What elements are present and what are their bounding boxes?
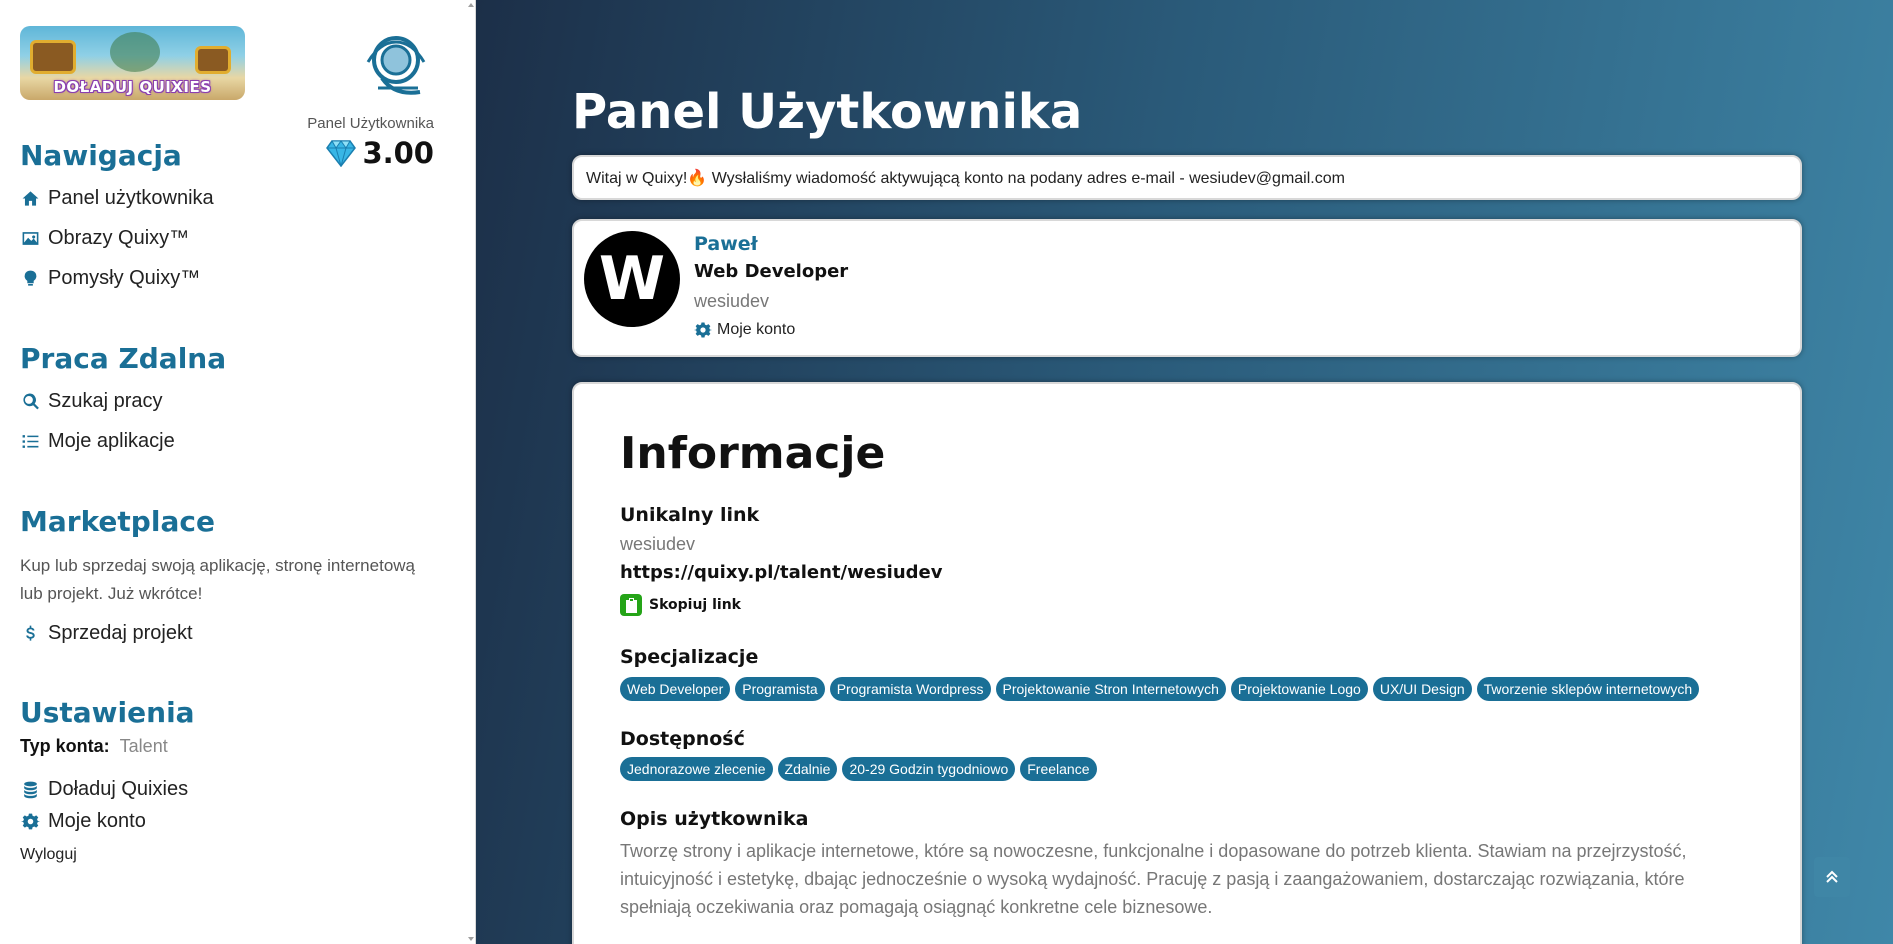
avatar: W bbox=[584, 231, 680, 327]
availability-tag: 20-29 Godzin tygodniowo bbox=[842, 757, 1016, 781]
sidebar: DOŁADUJ QUIXIES Panel Użytkownika 3.00 N… bbox=[0, 0, 476, 944]
search-icon bbox=[20, 392, 40, 412]
info-card: Informacje Unikalny link wesiudev https:… bbox=[572, 382, 1802, 944]
scroll-down-arrow-icon[interactable] bbox=[468, 937, 474, 941]
diamond-icon bbox=[326, 140, 357, 167]
marketplace-section-title: Marketplace bbox=[20, 505, 215, 538]
list-icon bbox=[20, 432, 40, 452]
scroll-to-top-button[interactable] bbox=[1814, 857, 1850, 897]
specializations-label: Specjalizacje bbox=[620, 646, 759, 668]
my-account-label: Moje konto bbox=[717, 321, 796, 338]
treasure-chest-icon bbox=[30, 40, 76, 74]
sidebar-item-label: Szukaj pracy bbox=[48, 390, 163, 412]
page-title: Panel Użytkownika bbox=[572, 84, 1083, 140]
sidebar-item-quixy-ideas[interactable]: Pomysły Quixy™ bbox=[20, 267, 200, 290]
scroll-up-arrow-icon[interactable] bbox=[468, 3, 474, 7]
copy-link-label: Skopiuj link bbox=[649, 597, 741, 613]
availability-tag: Zdalnie bbox=[777, 757, 838, 781]
sidebar-item-quixy-images[interactable]: Obrazy Quixy™ bbox=[20, 227, 189, 250]
sidebar-scrollbar[interactable] bbox=[466, 0, 475, 944]
unique-link-url[interactable]: https://quixy.pl/talent/wesiudev bbox=[620, 562, 942, 583]
treasure-chest-icon bbox=[195, 46, 231, 74]
profile-role: Web Developer bbox=[694, 261, 849, 282]
my-account-link[interactable]: Moje konto bbox=[694, 321, 795, 339]
main-content: Panel Użytkownika Witaj w Quixy!🔥 Wysłal… bbox=[476, 0, 1893, 944]
sidebar-item-label: Obrazy Quixy™ bbox=[48, 227, 190, 249]
specialization-tag: Programista bbox=[735, 677, 825, 701]
dollar-icon bbox=[20, 624, 40, 644]
account-type-label: Typ konta: bbox=[20, 736, 110, 756]
profile-name: Paweł bbox=[694, 233, 758, 255]
unique-link-label: Unikalny link bbox=[620, 504, 760, 526]
availability-label: Dostępność bbox=[620, 728, 745, 750]
sidebar-item-label: Moje konto bbox=[48, 810, 146, 832]
gear-icon bbox=[694, 322, 712, 338]
marketplace-description: Kup lub sprzedaj swoją aplikację, stronę… bbox=[20, 556, 416, 603]
image-icon bbox=[20, 229, 40, 249]
settings-section-title: Ustawienia bbox=[20, 696, 195, 729]
sidebar-item-sell-project[interactable]: Sprzedaj projekt bbox=[20, 622, 193, 645]
sidebar-item-my-applications[interactable]: Moje aplikacje bbox=[20, 430, 175, 453]
description-label: Opis użytkownika bbox=[620, 808, 809, 830]
recharge-quixies-banner[interactable]: DOŁADUJ QUIXIES bbox=[20, 26, 245, 100]
availability-tag: Jednorazowe zlecenie bbox=[620, 757, 773, 781]
double-chevron-up-icon bbox=[1826, 870, 1838, 883]
specializations-tags: Web Developer Programista Programista Wo… bbox=[620, 677, 1700, 701]
logout-link[interactable]: Wyloguj bbox=[20, 846, 77, 864]
availability-tags: Jednorazowe zlecenie Zdalnie 20-29 Godzi… bbox=[620, 757, 1097, 781]
sidebar-item-label: Panel użytkownika bbox=[48, 187, 214, 209]
profile-username: wesiudev bbox=[694, 291, 770, 311]
specialization-tag: UX/UI Design bbox=[1372, 677, 1472, 701]
sidebar-item-search-jobs[interactable]: Szukaj pracy bbox=[20, 390, 163, 413]
profile-card: W Paweł Web Developer wesiudev Moje kont… bbox=[572, 219, 1802, 357]
copy-link-button[interactable]: Skopiuj link bbox=[620, 594, 741, 616]
specialization-tag: Projektowanie Stron Internetowych bbox=[995, 677, 1226, 701]
panel-label: Panel Użytkownika bbox=[307, 115, 434, 132]
account-type: Typ konta: Talent bbox=[20, 736, 168, 757]
user-description: Tworzę strony i aplikacje internetowe, k… bbox=[620, 841, 1687, 917]
account-type-value: Talent bbox=[119, 736, 168, 756]
specialization-tag: Tworzenie sklepów internetowych bbox=[1476, 677, 1700, 701]
palm-tree-graphic bbox=[110, 32, 160, 72]
specialization-tag: Projektowanie Logo bbox=[1230, 677, 1368, 701]
sidebar-item-label: Sprzedaj projekt bbox=[48, 622, 193, 644]
sidebar-item-label: Doładuj Quixies bbox=[48, 778, 189, 800]
quixy-logo[interactable] bbox=[360, 32, 432, 98]
availability-tag: Freelance bbox=[1020, 757, 1097, 781]
welcome-notice: Witaj w Quixy!🔥 Wysłaliśmy wiadomość akt… bbox=[572, 155, 1802, 200]
clipboard-icon bbox=[620, 594, 642, 616]
sidebar-item-user-panel[interactable]: Panel użytkownika bbox=[20, 187, 214, 210]
balance-value: 3.00 bbox=[362, 136, 434, 170]
specialization-tag: Programista Wordpress bbox=[829, 677, 991, 701]
home-icon bbox=[20, 189, 40, 209]
info-title: Informacje bbox=[620, 428, 886, 479]
coins-icon bbox=[20, 780, 40, 800]
remote-work-section-title: Praca Zdalna bbox=[20, 342, 227, 375]
sidebar-item-my-account[interactable]: Moje konto bbox=[20, 810, 146, 833]
unique-link-username: wesiudev bbox=[620, 534, 696, 554]
lightbulb-icon bbox=[20, 269, 40, 289]
sidebar-item-label: Moje aplikacje bbox=[48, 430, 175, 452]
gear-icon bbox=[20, 812, 40, 832]
specialization-tag: Web Developer bbox=[620, 677, 731, 701]
nav-section-title: Nawigacja bbox=[20, 139, 182, 172]
sidebar-item-recharge-quixies[interactable]: Doładuj Quixies bbox=[20, 778, 188, 801]
banner-text: DOŁADUJ QUIXIES bbox=[53, 78, 212, 96]
quixies-balance: 3.00 bbox=[326, 136, 434, 170]
sidebar-item-label: Pomysły Quixy™ bbox=[48, 267, 201, 289]
